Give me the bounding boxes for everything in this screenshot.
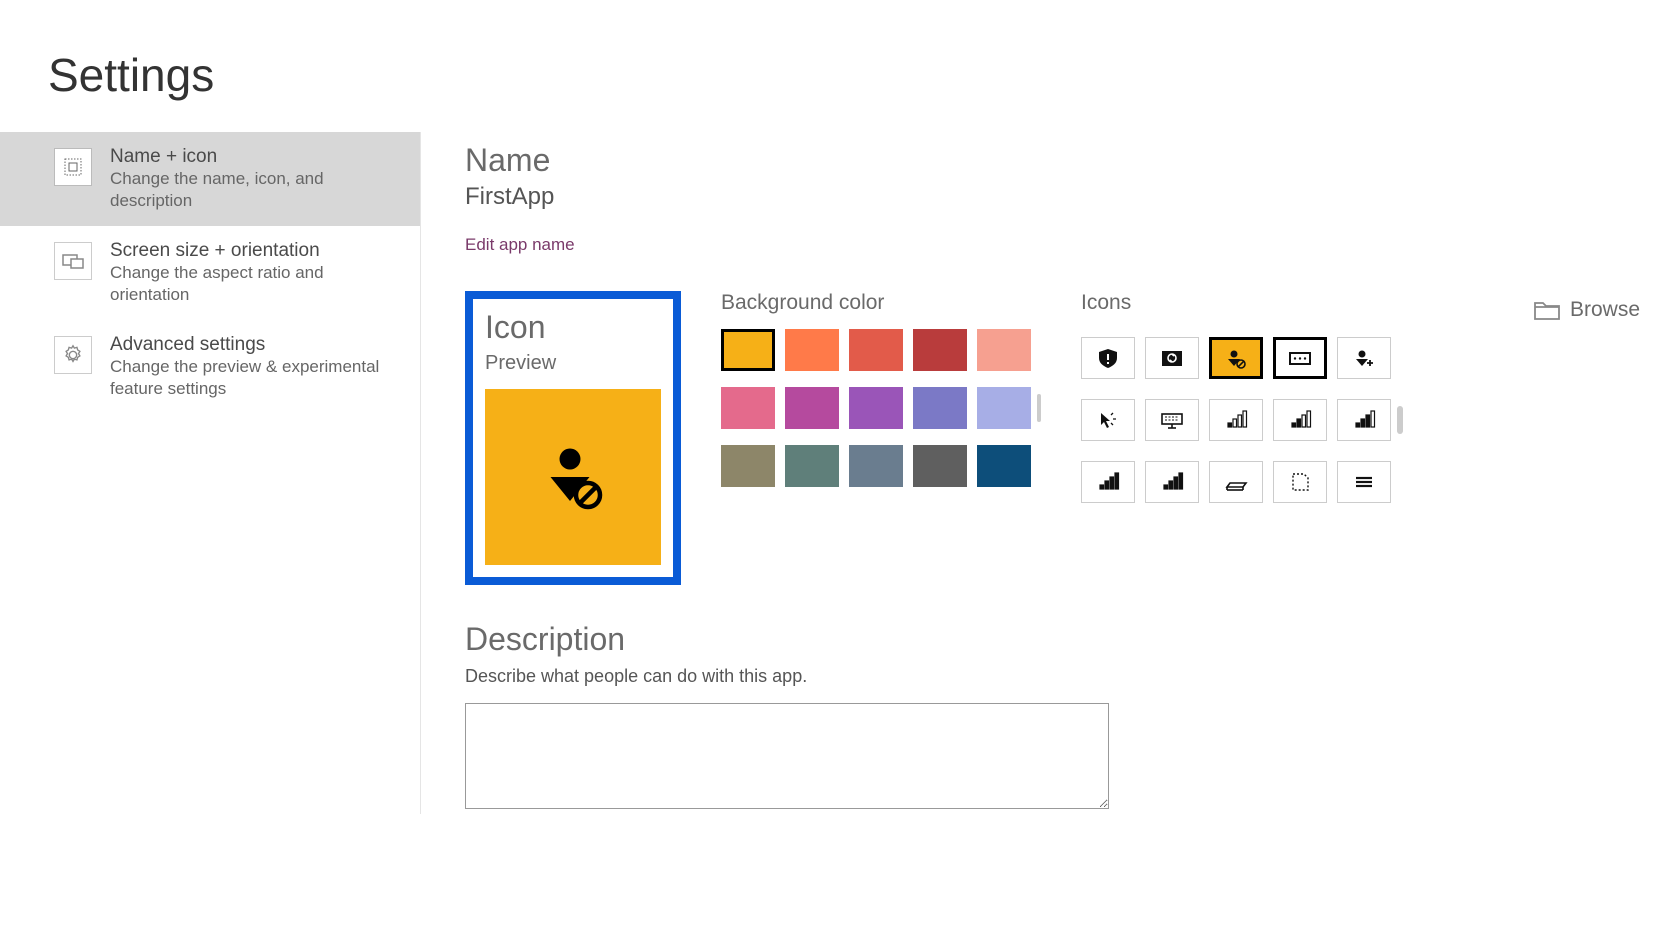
color-swatch[interactable]: [913, 329, 967, 371]
icon-section-label: Icon: [485, 309, 661, 346]
color-swatch[interactable]: [977, 329, 1031, 371]
edit-app-name-link[interactable]: Edit app name: [465, 235, 575, 255]
signal-3-icon[interactable]: [1337, 399, 1391, 441]
color-grid: [721, 329, 1031, 487]
folder-icon: [1534, 299, 1560, 321]
keyboard-icon[interactable]: [1145, 399, 1199, 441]
screen-icon: [54, 242, 92, 280]
app-name-value: FirstApp: [465, 183, 1640, 211]
sidebar-item-sub: Change the preview & experimental featur…: [110, 356, 402, 400]
signal-2-icon[interactable]: [1273, 399, 1327, 441]
sidebar-item-sub: Change the name, icon, and description: [110, 168, 402, 212]
menu-icon[interactable]: [1337, 461, 1391, 503]
color-swatch[interactable]: [913, 387, 967, 429]
color-swatch[interactable]: [721, 387, 775, 429]
signal-5-icon[interactable]: [1145, 461, 1199, 503]
sidebar-item-screen-size[interactable]: Screen size + orientation Change the asp…: [0, 226, 420, 320]
color-swatch[interactable]: [913, 445, 967, 487]
photo-sync-icon[interactable]: [1145, 337, 1199, 379]
sidebar-item-advanced[interactable]: Advanced settings Change the preview & e…: [0, 320, 420, 414]
icon-scrollbar[interactable]: [1397, 406, 1403, 434]
user-block-icon: [537, 441, 609, 513]
preview-tile: [485, 389, 661, 565]
sidebar-item-title: Screen size + orientation: [110, 240, 402, 262]
color-swatch[interactable]: [977, 387, 1031, 429]
color-swatch[interactable]: [785, 387, 839, 429]
sidebar-item-sub: Change the aspect ratio and orientation: [110, 262, 402, 306]
sidebar-item-name-icon[interactable]: Name + icon Change the name, icon, and d…: [0, 132, 420, 226]
color-swatch[interactable]: [849, 387, 903, 429]
pointer-icon[interactable]: [1081, 399, 1135, 441]
sidebar: Name + icon Change the name, icon, and d…: [0, 132, 420, 814]
color-swatch[interactable]: [977, 445, 1031, 487]
color-swatch[interactable]: [721, 445, 775, 487]
page-title: Settings: [0, 0, 1680, 102]
color-swatch[interactable]: [721, 329, 775, 371]
color-swatch[interactable]: [785, 329, 839, 371]
icon-grid: [1081, 337, 1391, 503]
color-swatch[interactable]: [785, 445, 839, 487]
scanner-icon[interactable]: [1209, 461, 1263, 503]
user-block-icon[interactable]: [1209, 337, 1263, 379]
signal-1-icon[interactable]: [1209, 399, 1263, 441]
color-scrollbar[interactable]: [1037, 394, 1041, 422]
icons-section: Icons Browse: [1081, 291, 1640, 503]
sidebar-item-title: Name + icon: [110, 146, 402, 168]
user-add-icon[interactable]: [1337, 337, 1391, 379]
background-color-section: Background color: [721, 291, 1041, 487]
icons-label: Icons: [1081, 291, 1131, 315]
color-swatch[interactable]: [849, 329, 903, 371]
name-section-label: Name: [465, 142, 1640, 179]
card-icon[interactable]: [1273, 337, 1327, 379]
description-sub: Describe what people can do with this ap…: [465, 666, 1640, 687]
browse-label: Browse: [1570, 298, 1640, 322]
bg-color-label: Background color: [721, 291, 1041, 315]
browse-button[interactable]: Browse: [1534, 298, 1640, 322]
shield-alert-icon[interactable]: [1081, 337, 1135, 379]
page-dashed-icon[interactable]: [1273, 461, 1327, 503]
color-swatch[interactable]: [849, 445, 903, 487]
grid-select-icon: [54, 148, 92, 186]
description-textarea[interactable]: [465, 703, 1109, 809]
description-label: Description: [465, 621, 1640, 658]
main-panel: Name FirstApp Edit app name Icon Preview…: [420, 132, 1680, 814]
gear-icon: [54, 336, 92, 374]
signal-4-icon[interactable]: [1081, 461, 1135, 503]
icon-preview-box: Icon Preview: [465, 291, 681, 585]
description-section: Description Describe what people can do …: [465, 621, 1640, 814]
preview-label: Preview: [485, 352, 661, 375]
sidebar-item-title: Advanced settings: [110, 334, 402, 356]
